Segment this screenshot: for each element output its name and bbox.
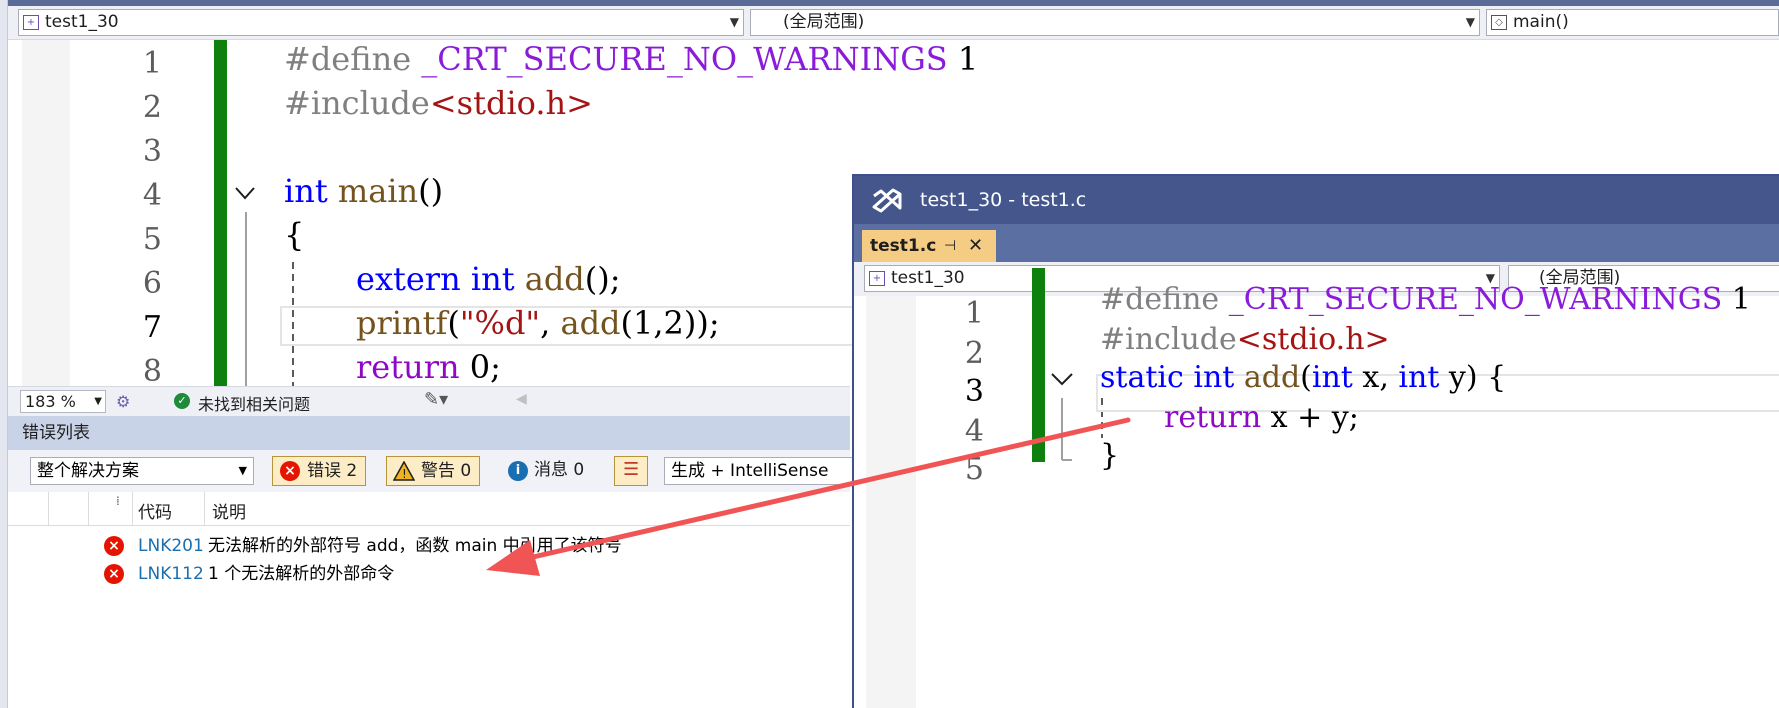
- intellicode-icon[interactable]: ⚙: [116, 392, 130, 411]
- project-dropdown[interactable]: + test1_30 ▼: [18, 9, 744, 36]
- editor-margin: [22, 40, 70, 386]
- error-list-toolbar: 整个解决方案 ▼ × 错误 2 ! 警告 0 i 消息 0 ☰ 生成 + Int…: [8, 450, 854, 492]
- chevron-down-icon: ▼: [1465, 15, 1475, 29]
- messages-filter-button[interactable]: i 消息 0: [500, 456, 584, 486]
- error-list-body: × LNK2019 无法解析的外部符号 add，函数 main 中引用了该符号 …: [8, 526, 850, 708]
- column-header-description[interactable]: 说明: [212, 498, 246, 523]
- error-icon: ×: [104, 536, 124, 556]
- code-line-5: {: [284, 216, 305, 254]
- cube-icon: ◇: [1491, 15, 1507, 30]
- left-edge-strip: [0, 0, 8, 708]
- change-indicator-bar: [1032, 268, 1045, 462]
- error-description: 1 个无法解析的外部命令: [208, 564, 395, 584]
- issues-status[interactable]: 未找到相关问题: [198, 391, 310, 415]
- error-icon: ×: [280, 461, 300, 481]
- code-line-6: extern int add();: [356, 260, 621, 298]
- line-number: 6: [142, 266, 162, 301]
- tab-test1-c[interactable]: test1.c ⊣ ✕: [862, 230, 996, 262]
- floating-editor-window[interactable]: test1_30 - test1.c test1.c ⊣ ✕ + test1_3…: [852, 174, 1779, 708]
- line-number: 5: [964, 452, 984, 487]
- editor-status-bar: 183 % ▼ ⚙ ✓ 未找到相关问题 ✎▾ ◀: [8, 386, 850, 416]
- code-line-1: #define _CRT_SECURE_NO_WARNINGS 1: [284, 40, 979, 78]
- code-line-2: #include<stdio.h>: [284, 84, 593, 122]
- warning-icon: !: [393, 461, 415, 481]
- table-row[interactable]: × LNK1120 1 个无法解析的外部命令: [8, 560, 850, 588]
- collapse-chevron-icon[interactable]: [235, 187, 255, 200]
- code-line-4: int main(): [284, 172, 444, 210]
- scope-filter-dropdown[interactable]: 整个解决方案 ▼: [30, 457, 254, 485]
- chevron-down-icon: ▼: [238, 464, 247, 477]
- code-cleanup-brush-icon[interactable]: ✎▾: [424, 389, 448, 410]
- error-code[interactable]: LNK1120: [138, 560, 204, 588]
- scope-dropdown[interactable]: (全局范围) ▼: [750, 9, 1480, 36]
- table-row[interactable]: × LNK2019 无法解析的外部符号 add，函数 main 中引用了该符号: [8, 532, 850, 560]
- error-icon: ×: [104, 564, 124, 584]
- chevron-down-icon: ▼: [94, 396, 102, 407]
- line-number: 8: [142, 354, 162, 386]
- code-line-3: static int add(int x, int y) {: [1100, 360, 1507, 395]
- code-line-7: printf("%d", add(1,2));: [356, 304, 720, 342]
- error-list-header: ⁞ 代码 说明: [8, 492, 850, 526]
- scroll-left-icon[interactable]: ◀: [516, 391, 527, 407]
- errors-filter-button[interactable]: × 错误 2: [272, 456, 367, 486]
- info-icon: i: [508, 461, 528, 481]
- line-number: 1: [964, 296, 984, 331]
- filter-list-icon: ☰: [623, 459, 640, 480]
- code-line-8: return 0;: [356, 348, 501, 386]
- line-number: 2: [964, 336, 984, 371]
- line-number: 3: [142, 134, 162, 169]
- error-list-title: 错误列表: [8, 416, 850, 450]
- line-number: 4: [964, 414, 984, 449]
- floating-window-titlebar[interactable]: test1_30 - test1.c: [854, 176, 1779, 224]
- zoom-dropdown[interactable]: 183 % ▼: [20, 390, 106, 413]
- chevron-down-icon: ▼: [729, 15, 739, 29]
- pin-icon[interactable]: ⊣: [944, 230, 956, 262]
- close-icon[interactable]: ✕: [968, 230, 983, 262]
- change-indicator-bar: [214, 40, 227, 386]
- main-navigation-bar: + test1_30 ▼ (全局范围) ▼ ◇ main(): [8, 6, 1779, 40]
- collapse-chevron-icon[interactable]: [1051, 373, 1073, 386]
- function-dropdown[interactable]: ◇ main(): [1486, 9, 1779, 36]
- line-number-current: 3: [964, 374, 984, 409]
- build-source-dropdown[interactable]: 生成 + IntelliSense: [664, 457, 854, 485]
- line-number: 4: [142, 178, 162, 213]
- code-line-1: #define _CRT_SECURE_NO_WARNINGS 1: [1100, 282, 1751, 317]
- line-number: 1: [142, 46, 162, 81]
- build-filter-toggle[interactable]: ☰: [614, 456, 648, 486]
- check-circle-icon: ✓: [174, 393, 190, 409]
- line-number: 2: [142, 90, 162, 125]
- error-code[interactable]: LNK2019: [138, 532, 204, 560]
- project-icon: +: [869, 271, 885, 286]
- code-line-4: return x + y;: [1164, 400, 1359, 435]
- line-number-current: 7: [142, 310, 162, 345]
- column-header-code[interactable]: 代码: [138, 498, 172, 523]
- error-description: 无法解析的外部符号 add，函数 main 中引用了该符号: [208, 536, 622, 556]
- floating-tab-strip: test1.c ⊣ ✕: [854, 224, 1779, 262]
- column-options-icon[interactable]: ⁞: [116, 494, 120, 508]
- code-line-2: #include<stdio.h>: [1100, 322, 1390, 357]
- visual-studio-logo-icon: [872, 188, 902, 213]
- code-line-5: }: [1100, 438, 1120, 473]
- svg-text:!: !: [402, 467, 407, 481]
- warnings-filter-button[interactable]: ! 警告 0: [386, 456, 481, 486]
- outlining-margin: [235, 187, 255, 386]
- line-number: 5: [142, 222, 162, 257]
- project-icon: +: [23, 15, 39, 30]
